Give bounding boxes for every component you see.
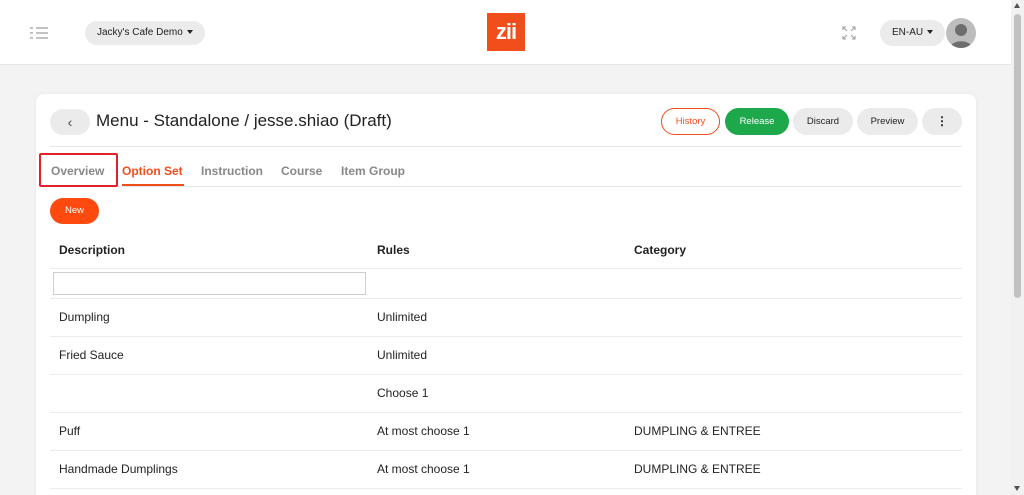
language-select[interactable]: EN-AU [880, 20, 946, 46]
zii-logo: zii [487, 13, 525, 51]
table-row-divider [50, 374, 962, 375]
tab-item-group[interactable]: Item Group [341, 164, 405, 178]
page-title: Menu - Standalone / jesse.shiao (Draft) [96, 111, 392, 130]
table-cell-rules: Choose 1 [377, 386, 429, 400]
new-button[interactable]: New [50, 198, 99, 224]
tab-option-set[interactable]: Option Set [122, 164, 183, 178]
history-button[interactable]: History [661, 108, 720, 135]
table-row-divider [50, 336, 962, 337]
divider [50, 146, 962, 147]
table-cell-description: Dumpling [59, 310, 110, 324]
table-cell-rules: Unlimited [377, 348, 428, 362]
page-scrollbar[interactable] [1011, 0, 1024, 495]
caret-down-icon [186, 30, 193, 35]
preview-button[interactable]: Preview [857, 108, 918, 135]
store-select-label: Jacky's Cafe Demo [97, 27, 183, 38]
top-bar: Jacky's Cafe Demo zii EN-AU [0, 0, 1011, 65]
column-header-category[interactable]: Category [634, 243, 686, 257]
release-button[interactable]: Release [725, 108, 789, 135]
table-divider [50, 268, 962, 269]
fullscreen-icon[interactable] [842, 26, 856, 40]
store-select[interactable]: Jacky's Cafe Demo [85, 21, 205, 45]
column-header-description[interactable]: Description [59, 243, 125, 257]
language-select-label: EN-AU [892, 27, 924, 38]
column-header-rules[interactable]: Rules [377, 243, 410, 257]
scrollbar-thumb[interactable] [1014, 14, 1021, 298]
scroll-up-icon[interactable] [1014, 3, 1020, 8]
table-cell-description: Handmade Dumplings [59, 462, 178, 476]
table-cell-rules: At most choose 1 [377, 462, 470, 476]
caret-down-icon [927, 30, 934, 35]
table-cell-rules: At most choose 1 [377, 424, 470, 438]
description-filter-input[interactable] [53, 272, 366, 295]
back-button[interactable]: ‹ [50, 109, 90, 135]
scroll-down-icon[interactable] [1014, 486, 1020, 491]
tab-course[interactable]: Course [281, 164, 322, 178]
highlight-box [39, 153, 118, 187]
table-cell-description: Fried Sauce [59, 348, 124, 362]
table-cell-rules: Unlimited [377, 310, 428, 324]
table-row-divider [50, 450, 962, 451]
table-cell-category: DUMPLING & ENTREE [634, 462, 761, 476]
tabs-divider [50, 186, 962, 187]
discard-button[interactable]: Discard [793, 108, 853, 135]
table-cell-description: Puff [59, 424, 81, 438]
table-row-divider [50, 488, 962, 489]
tab-instruction[interactable]: Instruction [201, 164, 263, 178]
table-cell-category: DUMPLING & ENTREE [634, 424, 761, 438]
table-row-divider [50, 412, 962, 413]
user-avatar-icon[interactable] [946, 18, 976, 48]
more-options-button[interactable]: ⋮ [922, 108, 962, 135]
list-menu-icon[interactable] [30, 26, 48, 40]
table-divider [50, 298, 962, 299]
